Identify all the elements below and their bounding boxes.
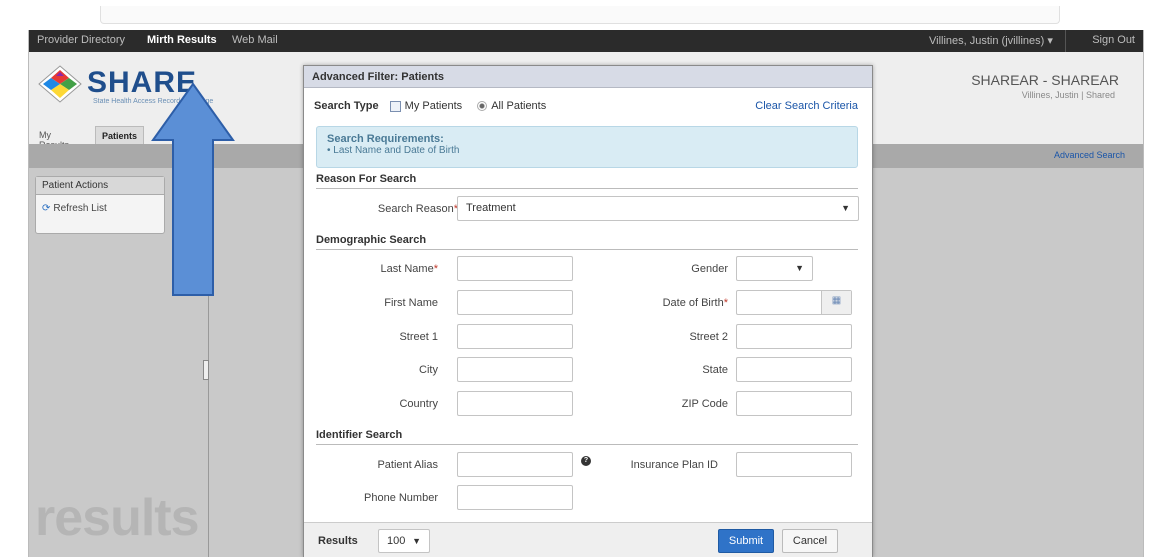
nav-web-mail[interactable]: Web Mail <box>232 34 278 46</box>
patient-actions-box: Patient Actions ⟳ Refresh List <box>35 176 165 234</box>
gender-select[interactable]: ▼ <box>736 256 813 281</box>
search-reason-label: Search Reason* <box>348 203 458 215</box>
first-name-label: First Name <box>384 297 438 309</box>
patient-actions-title: Patient Actions <box>36 177 164 195</box>
search-type-label: Search Type <box>314 100 379 112</box>
results-count-select[interactable]: 100 ▼ <box>378 529 430 553</box>
results-label: Results <box>318 535 358 547</box>
gender-label: Gender <box>691 263 728 275</box>
calendar-icon[interactable]: ▦ <box>821 291 851 314</box>
state-input[interactable] <box>736 357 852 382</box>
my-patients-checkbox[interactable] <box>389 100 401 112</box>
results-count-value: 100 <box>387 535 406 547</box>
refresh-list-button[interactable]: ⟳ Refresh List <box>42 203 107 214</box>
app-window: Provider Directory Mirth Results Web Mai… <box>28 30 1144 557</box>
nav-mirth-results[interactable]: Mirth Results <box>147 34 217 46</box>
clear-search-criteria-link[interactable]: Clear Search Criteria <box>755 100 858 112</box>
search-reason-value: Treatment <box>466 202 516 214</box>
country-input[interactable] <box>457 391 573 416</box>
search-requirements-box: Search Requirements: • Last Name and Dat… <box>316 126 858 168</box>
street2-label: Street 2 <box>689 331 728 343</box>
demographic-section-heading: Demographic Search <box>316 234 858 250</box>
logo-mark-icon <box>38 65 82 103</box>
tab-my-results[interactable]: My Results <box>33 126 75 150</box>
cancel-button[interactable]: Cancel <box>782 529 838 553</box>
organization-user: Villines, Justin | Shared <box>1021 90 1115 100</box>
all-patients-label: All Patients <box>491 100 547 112</box>
country-label: Country <box>399 398 438 410</box>
phone-number-label: Phone Number <box>364 492 438 504</box>
nav-provider-directory[interactable]: Provider Directory <box>37 34 125 46</box>
dialog-title: Advanced Filter: Patients <box>304 66 872 88</box>
all-patients-radio[interactable] <box>477 101 488 112</box>
patient-alias-label: Patient Alias <box>377 459 438 471</box>
panel-splitter-handle[interactable] <box>203 360 209 380</box>
chevron-down-icon: ▼ <box>412 536 421 546</box>
identifier-section-heading: Identifier Search <box>316 429 858 445</box>
zip-label: ZIP Code <box>681 398 728 410</box>
refresh-icon: ⟳ <box>42 203 51 214</box>
user-menu[interactable]: Villines, Justin (jvillines) ▾ <box>929 34 1053 47</box>
organization-name: SHAREAR - SHAREAR <box>971 72 1119 88</box>
required-marker: * <box>723 297 728 309</box>
first-name-input[interactable] <box>457 290 573 315</box>
dob-label: Date of Birth* <box>618 297 728 309</box>
street2-input[interactable] <box>736 324 852 349</box>
state-label: State <box>702 364 728 376</box>
required-marker: * <box>433 263 438 275</box>
annotation-arrow-icon <box>151 82 235 296</box>
dob-text: Date of Birth <box>662 297 724 309</box>
city-label: City <box>419 364 438 376</box>
last-name-input[interactable] <box>457 256 573 281</box>
requirements-title: Search Requirements: <box>327 133 444 145</box>
advanced-filter-dialog: Advanced Filter: Patients Search Type My… <box>303 65 873 557</box>
insurance-plan-id-label: Insurance Plan ID <box>630 459 718 471</box>
search-reason-select[interactable]: Treatment ▼ <box>457 196 859 221</box>
sign-out-link[interactable]: Sign Out <box>1092 34 1135 46</box>
chevron-down-icon: ▼ <box>841 203 850 213</box>
nav-divider <box>1065 30 1066 52</box>
insurance-plan-id-input[interactable] <box>736 452 852 477</box>
my-patients-label: My Patients <box>404 100 463 112</box>
street1-label: Street 1 <box>399 331 438 343</box>
browser-chrome <box>0 0 1156 30</box>
address-bar[interactable] <box>100 6 1060 24</box>
dob-input[interactable]: ▦ <box>736 290 852 315</box>
dialog-footer: Results 100 ▼ Submit Cancel <box>304 522 872 557</box>
last-name-label: Last Name* <box>328 263 438 275</box>
top-navigation: Provider Directory Mirth Results Web Mai… <box>29 30 1143 52</box>
phone-number-input[interactable] <box>457 485 573 510</box>
chevron-down-icon: ▼ <box>795 263 804 273</box>
last-name-text: Last Name <box>380 263 434 275</box>
results-watermark: results <box>35 489 200 547</box>
submit-button[interactable]: Submit <box>718 529 774 553</box>
street1-input[interactable] <box>457 324 573 349</box>
search-type-row: Search Type My Patients All Patients <box>314 100 546 112</box>
patient-alias-input[interactable] <box>457 452 573 477</box>
tab-patients[interactable]: Patients <box>95 126 145 146</box>
zip-input[interactable] <box>736 391 852 416</box>
city-input[interactable] <box>457 357 573 382</box>
search-reason-text: Search Reason <box>377 203 454 215</box>
requirements-item: • Last Name and Date of Birth <box>327 145 460 156</box>
refresh-list-label: Refresh List <box>53 203 107 214</box>
reason-section-heading: Reason For Search <box>316 173 858 189</box>
advanced-search-link[interactable]: Advanced Search <box>1054 150 1125 160</box>
help-icon[interactable]: ? <box>581 456 591 466</box>
